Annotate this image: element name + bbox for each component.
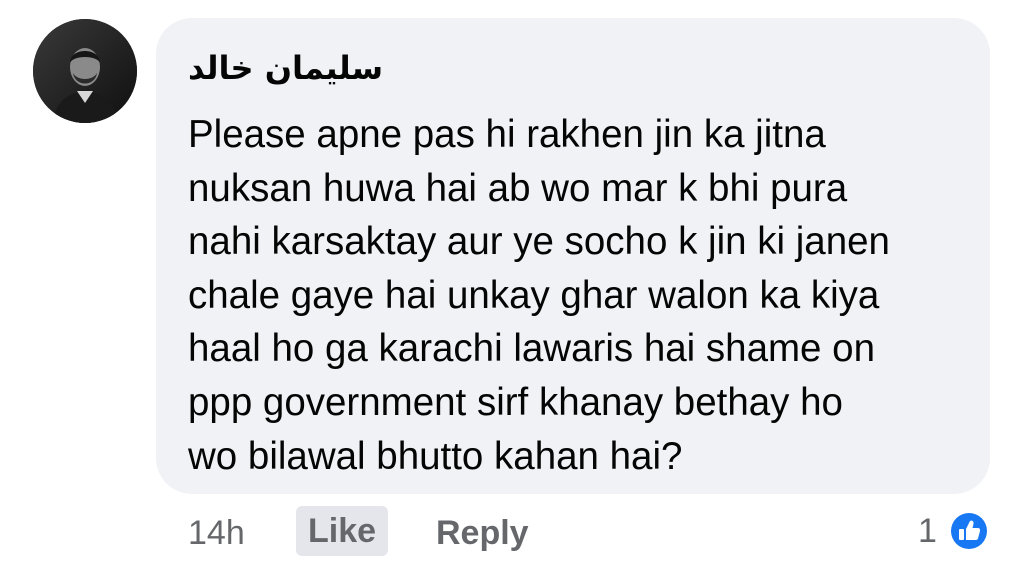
reply-button[interactable]: Reply (436, 514, 529, 553)
comment-line: nahi karsaktay aur ye socho k jin ki jan… (188, 220, 890, 264)
comment-text: Please apne pas hi rakhen jin ka jitna n… (188, 108, 978, 483)
thumbs-up-icon[interactable] (948, 510, 990, 552)
comment-line: chale gaye hai unkay ghar walon ka kiya (188, 273, 880, 317)
comment-timestamp[interactable]: 14h (188, 514, 245, 553)
comment-line: haal ho ga karachi lawaris hai shame on (188, 327, 875, 371)
comment-line: ppp government sirf khanay bethay ho (188, 380, 843, 424)
comment-line: Please apne pas hi rakhen jin ka jitna (188, 113, 826, 156)
comment-author[interactable]: سلیمان خالد (188, 42, 383, 94)
like-button[interactable]: Like (296, 506, 389, 556)
avatar[interactable] (33, 19, 137, 123)
comment-line: wo bilawal bhutto kahan hai? (188, 434, 683, 478)
reaction-count[interactable]: 1 (918, 512, 937, 551)
comment-line: nuksan huwa hai ab wo mar k bhi pura (188, 166, 848, 210)
